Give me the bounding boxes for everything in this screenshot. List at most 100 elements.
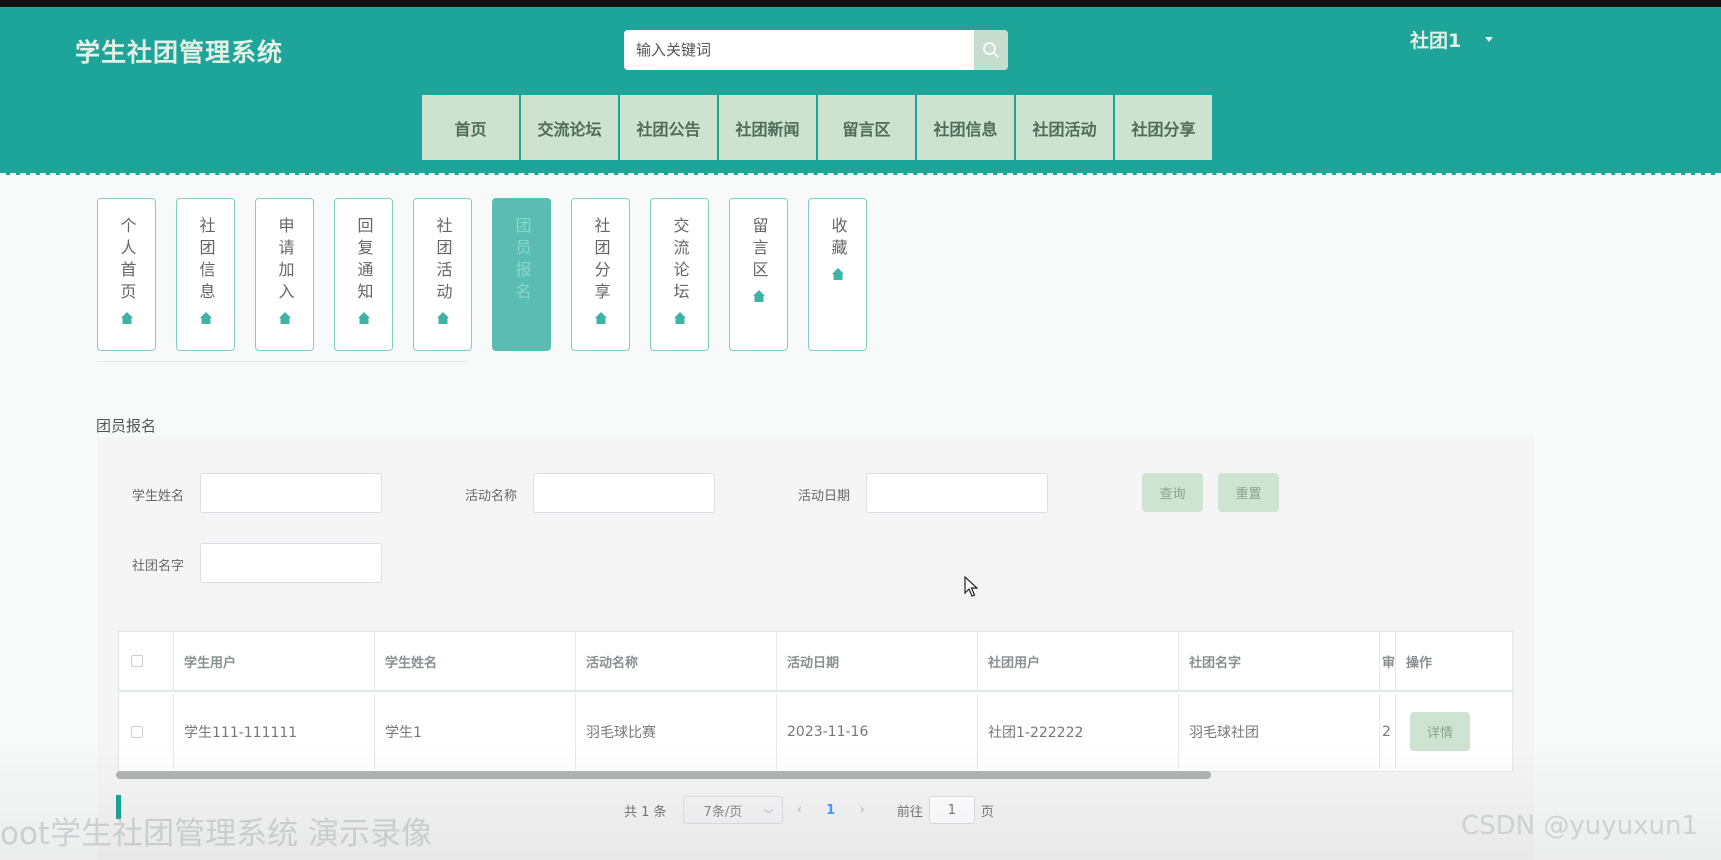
cell-actions: 详情	[1396, 694, 1514, 769]
column-header[interactable]: 活动名称	[576, 632, 777, 690]
nav-item-club-info[interactable]: 社团信息	[917, 95, 1014, 160]
current-page[interactable]: 1	[826, 803, 835, 818]
row-checkbox[interactable]	[131, 725, 143, 738]
side-tab-forum[interactable]: 交流论坛	[650, 198, 709, 351]
club-name-label: 社团名字	[132, 559, 185, 574]
home-icon	[594, 312, 607, 324]
page-size-value: 7条/页	[703, 804, 743, 820]
side-tab-label: 社团信息	[196, 217, 216, 305]
side-tab-profile[interactable]: 个人首页	[97, 198, 156, 351]
club-name-input[interactable]	[200, 543, 382, 583]
side-tab-label: 个人首页	[117, 217, 137, 305]
nav-item-announcements[interactable]: 社团公告	[620, 95, 717, 160]
side-tab-apply[interactable]: 申请加入	[255, 198, 314, 351]
user-menu[interactable]: 社团1	[1410, 26, 1494, 53]
home-icon	[278, 312, 291, 324]
nav-item-news[interactable]: 社团新闻	[719, 95, 816, 160]
reset-button[interactable]: 重置	[1218, 473, 1279, 512]
section-title: 团员报名	[96, 417, 157, 435]
home-icon	[752, 290, 765, 302]
main-nav: 首页 交流论坛 社团公告 社团新闻 留言区 社团信息 社团活动 社团分享	[422, 95, 1212, 160]
cell-activity-name: 羽毛球比赛	[576, 694, 777, 769]
home-icon	[199, 312, 212, 324]
side-tab-label: 团员报名	[512, 217, 532, 305]
column-header[interactable]: 社团名字	[1179, 632, 1380, 690]
search-box	[624, 30, 1008, 70]
next-page-icon[interactable]: ›	[859, 802, 865, 818]
cell-student-user: 学生111-111111	[174, 694, 375, 769]
activity-name-label: 活动名称	[465, 489, 518, 504]
activity-date-label: 活动日期	[798, 489, 851, 504]
nav-item-messages[interactable]: 留言区	[818, 95, 915, 160]
search-icon	[983, 42, 999, 58]
select-all-checkbox[interactable]	[131, 655, 143, 667]
goto-page-input[interactable]: 1	[928, 796, 975, 824]
column-header[interactable]: 社团用户	[978, 632, 1179, 690]
page-size-select[interactable]: 7条/页 ﹀	[682, 796, 783, 824]
activity-name-input[interactable]	[533, 473, 715, 513]
student-name-input[interactable]	[200, 473, 382, 513]
search-input[interactable]	[624, 30, 974, 70]
cell-activity-date: 2023-11-16	[777, 694, 978, 769]
side-tab-label: 社团活动	[433, 217, 453, 305]
mouse-cursor-icon	[964, 576, 978, 597]
select-all-cell	[119, 632, 174, 690]
search-button[interactable]	[974, 30, 1008, 70]
side-tab-activities[interactable]: 社团活动	[413, 198, 472, 351]
nav-item-forum[interactable]: 交流论坛	[521, 95, 618, 160]
watermark-left: oot学生社团管理系统 演示录像	[0, 816, 432, 852]
tabs-divider	[97, 361, 469, 362]
watermark-right: CSDN @yuyuxun1	[1461, 811, 1699, 841]
cell-student-name: 学生1	[375, 694, 576, 769]
total-count: 共 1 条	[624, 804, 667, 820]
side-tab-messages[interactable]: 留言区	[729, 198, 788, 351]
column-header[interactable]: 活动日期	[777, 632, 978, 690]
goto-suffix: 页	[980, 804, 994, 820]
home-icon	[120, 312, 133, 324]
student-name-label: 学生姓名	[132, 489, 185, 504]
side-tab-label: 回复通知	[354, 217, 374, 305]
detail-button[interactable]: 详情	[1410, 712, 1470, 751]
home-icon	[357, 312, 370, 324]
header: 学生社团管理系统 社团1 首页 交流论坛 社团公告 社团新闻 留言区 社团信息 …	[0, 7, 1721, 175]
home-icon	[673, 312, 686, 324]
column-header: 操作	[1406, 655, 1433, 671]
side-tab-label: 交流论坛	[670, 217, 690, 305]
nav-item-club-shares[interactable]: 社团分享	[1115, 95, 1212, 160]
side-tabs: 个人首页 社团信息 申请加入 回复通知 社团活动 团员报名 社团分享 交流论坛 …	[97, 198, 867, 351]
chevron-down-icon: ﹀	[763, 810, 774, 821]
nav-item-club-activities[interactable]: 社团活动	[1016, 95, 1113, 160]
data-table: 学生用户 学生姓名 活动名称 活动日期 社团用户 社团名字 审 操作 学生111…	[118, 631, 1514, 772]
user-name: 社团1	[1410, 30, 1462, 52]
row-select-cell	[119, 694, 174, 769]
side-tab-reply-notice[interactable]: 回复通知	[334, 198, 393, 351]
side-tab-label: 收藏	[828, 217, 848, 261]
side-tab-label: 留言区	[749, 217, 769, 283]
cell-clipped: 2	[1380, 694, 1396, 769]
activity-date-input[interactable]	[866, 473, 1048, 513]
pagination: 共 1 条 7条/页 ﹀ ‹ 1 › 前往 1 页	[624, 796, 994, 824]
column-header[interactable]: 学生姓名	[375, 632, 576, 690]
side-tab-label: 社团分享	[591, 217, 611, 305]
chevron-down-icon	[1485, 37, 1494, 42]
table-row: 学生111-111111 学生1 羽毛球比赛 2023-11-16 社团1-22…	[119, 694, 1514, 769]
cell-club-name: 羽毛球社团	[1179, 694, 1380, 769]
side-tab-club-info[interactable]: 社团信息	[176, 198, 235, 351]
column-header[interactable]: 学生用户	[174, 632, 375, 690]
query-button[interactable]: 查询	[1142, 473, 1203, 512]
nav-item-home[interactable]: 首页	[422, 95, 519, 160]
side-tab-favorites[interactable]: 收藏	[808, 198, 867, 351]
side-tab-member-signup[interactable]: 团员报名	[492, 198, 551, 351]
goto-prefix: 前往	[896, 804, 923, 820]
side-tab-label: 申请加入	[275, 217, 295, 305]
side-tab-club-share[interactable]: 社团分享	[571, 198, 630, 351]
home-icon	[831, 268, 844, 280]
home-icon	[436, 312, 449, 324]
column-header[interactable]: 审	[1380, 632, 1396, 690]
top-border	[0, 0, 1721, 7]
site-title: 学生社团管理系统	[75, 38, 284, 67]
prev-page-icon[interactable]: ‹	[797, 802, 803, 818]
table-header: 学生用户 学生姓名 活动名称 活动日期 社团用户 社团名字 审 操作	[119, 632, 1514, 692]
cell-club-user: 社团1-222222	[978, 694, 1179, 769]
horizontal-scrollbar[interactable]	[116, 771, 1211, 779]
